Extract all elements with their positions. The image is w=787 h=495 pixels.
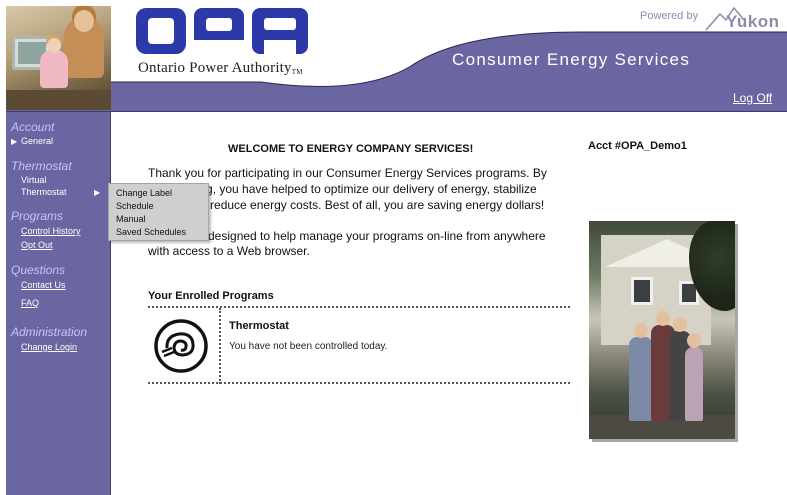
account-number: Acct #OPA_Demo1 — [588, 140, 687, 152]
thermostat-swirl-icon[interactable] — [152, 318, 210, 374]
intro-paragraph-2: This site is designed to help manage you… — [148, 229, 546, 258]
yukon-logo-text: Yukon — [726, 12, 780, 31]
sidebar-heading-account: Account — [11, 120, 55, 134]
menu-item-change-label[interactable]: Change Label — [116, 188, 172, 198]
brand-subtitle: Ontario Power AuthorityTM — [138, 60, 303, 76]
family-photo — [589, 221, 735, 439]
sidebar-item-virtual[interactable]: Virtual — [21, 175, 46, 185]
enrolled-programs-heading: Your Enrolled Programs — [148, 290, 274, 302]
sidebar-item-control-history[interactable]: Control History — [21, 226, 81, 236]
menu-item-saved-schedules[interactable]: Saved Schedules — [116, 227, 186, 237]
sidebar-item-contact-us[interactable]: Contact Us — [21, 280, 66, 290]
header-divider — [6, 111, 787, 112]
sidebar-heading-questions: Questions — [11, 263, 66, 277]
menu-item-manual[interactable]: Manual — [116, 214, 146, 224]
submenu-arrow-icon: ▶ — [94, 188, 101, 197]
divider-bottom — [148, 382, 570, 384]
sidebar-item-general[interactable]: General — [21, 136, 53, 146]
opa-logo — [136, 8, 308, 54]
logoff-link[interactable]: Log Off — [733, 91, 772, 105]
welcome-heading: WELCOME TO ENERGY COMPANY SERVICES! — [228, 143, 474, 155]
program-name[interactable]: Thermostat — [229, 320, 289, 332]
program-status: You have not been controlled today. — [229, 341, 388, 352]
menu-item-schedule[interactable]: Schedule — [116, 201, 154, 211]
thermostat-flyout-menu: Change Label Schedule Manual Saved Sched… — [108, 183, 209, 241]
arrow-right-icon: ▶ — [11, 137, 18, 146]
sidebar-heading-thermostat: Thermostat — [11, 159, 72, 173]
powered-by-label: Powered by — [640, 10, 699, 22]
sidebar-heading-administration: Administration — [11, 325, 88, 339]
sidebar-heading-programs: Programs — [11, 209, 64, 223]
divider-vertical — [219, 308, 221, 384]
sidebar-item-faq[interactable]: FAQ — [21, 298, 39, 308]
divider-top — [148, 306, 570, 308]
intro-paragraph: Thank you for participating in our Consu… — [148, 166, 547, 212]
header-family-photo — [6, 6, 111, 111]
sidebar-item-change-login[interactable]: Change Login — [21, 342, 77, 352]
sidebar-item-thermostat[interactable]: Thermostat — [21, 187, 67, 197]
sidebar-item-opt-out[interactable]: Opt Out — [21, 240, 53, 250]
sidebar-nav: Account ▶ General Thermostat Virtual The… — [6, 112, 111, 495]
page-title: Consumer Energy Services — [452, 50, 691, 69]
